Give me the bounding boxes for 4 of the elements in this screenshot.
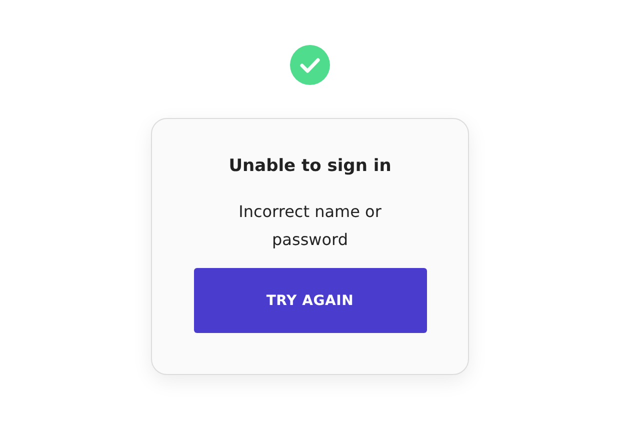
try-again-button[interactable]: TRY AGAIN (194, 268, 426, 333)
dialog-title: Unable to sign in (228, 156, 392, 176)
error-message: Incorrect name or password (238, 201, 382, 251)
check-icon (290, 45, 330, 85)
